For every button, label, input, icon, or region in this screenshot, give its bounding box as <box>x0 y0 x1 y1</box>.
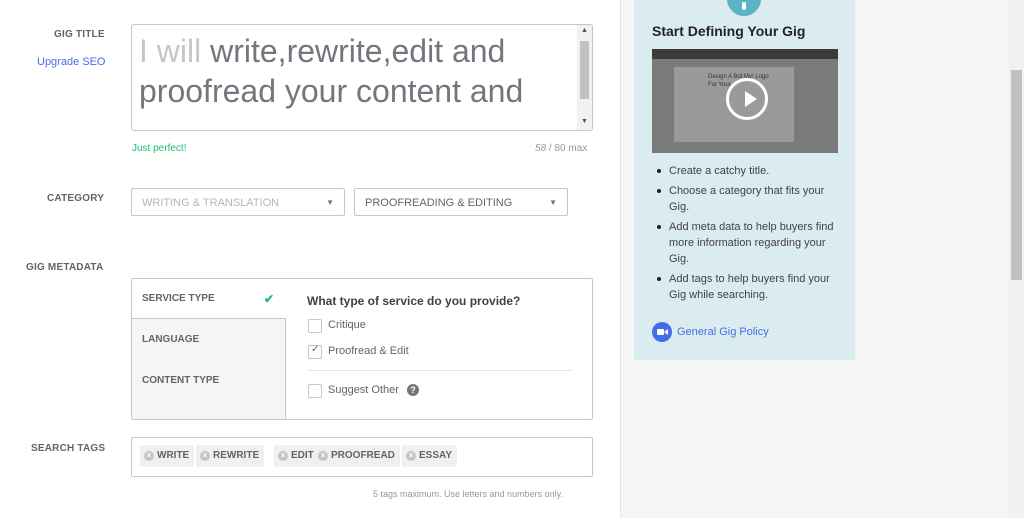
textarea-scroll-thumb[interactable] <box>580 41 589 99</box>
char-max: / 80 max <box>546 143 588 154</box>
category-primary-select[interactable]: WRITING & TRANSLATION ▼ <box>131 188 345 216</box>
tips-list: Create a catchy title. Choose a category… <box>657 163 847 307</box>
video-thumbnail[interactable]: Design A Bot My! Logo For Your <box>652 49 838 153</box>
chevron-down-icon: ▼ <box>549 198 557 207</box>
remove-tag-icon[interactable]: × <box>406 451 416 461</box>
tags-hint: 5 tags maximum. Use letters and numbers … <box>373 489 563 499</box>
proofread-edit-checkbox[interactable]: ✓ <box>308 344 322 359</box>
service-question: What type of service do you provide? <box>307 294 521 308</box>
gig-title-textarea[interactable]: I will write,rewrite,edit and proofread … <box>131 24 593 131</box>
category-secondary-value: PROOFREADING & EDITING <box>365 197 513 209</box>
tag-chip[interactable]: × PROOFREAD <box>314 445 400 467</box>
video-top-bar <box>652 49 838 59</box>
video-camera-icon <box>652 322 672 342</box>
critique-label: Critique <box>328 319 366 331</box>
help-icon[interactable]: ? <box>407 384 419 396</box>
char-count: 58 <box>535 143 547 154</box>
chevron-down-icon: ▼ <box>326 198 334 207</box>
category-secondary-select[interactable]: PROOFREADING & EDITING ▼ <box>354 188 568 216</box>
gig-title-prefix: I will <box>139 33 211 69</box>
tag-label: EDIT <box>291 450 314 461</box>
tag-chip[interactable]: × EDIT <box>274 445 319 467</box>
tab-service-type[interactable]: SERVICE TYPE ✔ <box>132 279 286 319</box>
critique-checkbox[interactable] <box>308 319 322 333</box>
tip-item: Add tags to help buyers find your Gig wh… <box>657 271 847 303</box>
sidebar-title: Start Defining Your Gig <box>652 23 806 39</box>
tag-label: ESSAY <box>419 450 452 461</box>
suggest-other-label: Suggest Other <box>328 384 399 396</box>
tag-label: WRITE <box>157 450 190 461</box>
remove-tag-icon[interactable]: × <box>144 451 154 461</box>
tag-label: REWRITE <box>213 450 260 461</box>
tag-chip[interactable]: × ESSAY <box>402 445 457 467</box>
remove-tag-icon[interactable]: × <box>318 451 328 461</box>
tab-language[interactable]: LANGUAGE <box>132 334 285 345</box>
tag-label: PROOFREAD <box>331 450 395 461</box>
remove-tag-icon[interactable]: × <box>200 451 210 461</box>
gig-metadata-label: GIG METADATA <box>26 262 104 273</box>
scroll-up-arrow-icon[interactable]: ▲ <box>580 27 589 34</box>
category-label: CATEGORY <box>47 193 105 204</box>
tag-chip[interactable]: × WRITE <box>140 445 195 467</box>
search-tags-label: SEARCH TAGS <box>31 443 106 454</box>
check-icon: ✓ <box>311 344 320 355</box>
title-char-counter: 58 / 80 max <box>535 143 587 154</box>
suggest-other-checkbox[interactable] <box>308 384 322 398</box>
remove-tag-icon[interactable]: × <box>278 451 288 461</box>
tip-item: Create a catchy title. <box>657 163 847 179</box>
gig-title-text: I will write,rewrite,edit and proofread … <box>139 31 569 111</box>
play-icon[interactable] <box>726 78 768 120</box>
category-primary-value: WRITING & TRANSLATION <box>142 197 280 209</box>
page-scrollbar-thumb[interactable] <box>1011 70 1022 280</box>
tip-item: Choose a category that fits your Gig. <box>657 183 847 215</box>
tip-item: Add meta data to help buyers find more i… <box>657 219 847 267</box>
tag-chip[interactable]: × REWRITE <box>196 445 265 467</box>
tab-content-type[interactable]: CONTENT TYPE <box>132 375 285 386</box>
title-status: Just perfect! <box>132 143 187 154</box>
tab-service-type-label: SERVICE TYPE <box>142 293 215 304</box>
gig-title-label: GIG TITLE <box>54 29 105 40</box>
metadata-panel: SERVICE TYPE ✔ LANGUAGE CONTENT TYPE Wha… <box>131 278 593 420</box>
scroll-down-arrow-icon[interactable]: ▼ <box>580 118 589 125</box>
checkmark-icon: ✔ <box>263 292 274 306</box>
general-gig-policy-link[interactable]: General Gig Policy <box>677 326 769 338</box>
divider <box>307 370 572 371</box>
proofread-edit-label: Proofread & Edit <box>328 345 409 357</box>
upgrade-seo-link[interactable]: Upgrade SEO <box>37 56 105 68</box>
tags-input[interactable]: × WRITE × REWRITE × EDIT × PROOFREAD × ESSAY <box>131 437 593 477</box>
